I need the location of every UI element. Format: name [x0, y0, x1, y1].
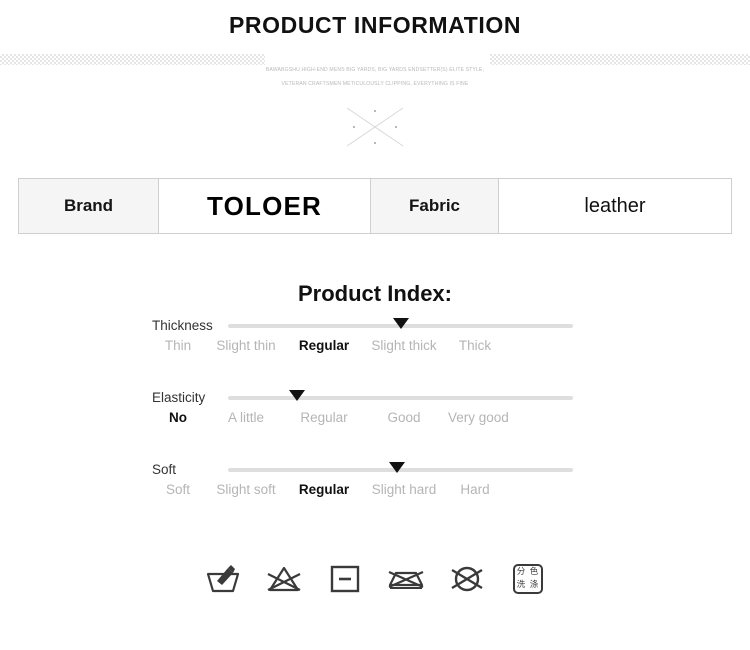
header-section: PRODUCT INFORMATION BAWABGSHU HIGH-END M… [0, 0, 750, 160]
index-option[interactable]: Hard [448, 482, 502, 497]
index-option[interactable]: Very good [448, 410, 509, 425]
index-option-selected[interactable]: No [152, 410, 204, 425]
fabric-label-cell: Fabric [371, 179, 499, 233]
index-option-selected[interactable]: Regular [288, 482, 360, 497]
index-option[interactable]: Good [360, 410, 448, 425]
index-row-label: Elasticity [152, 390, 206, 405]
cn-char-4: 涤 [529, 580, 539, 590]
index-slider-track-wrap[interactable] [228, 318, 573, 334]
index-option[interactable]: Soft [152, 482, 204, 497]
fabric-value-cell: leather [499, 179, 731, 233]
index-option-selected[interactable]: Regular [288, 338, 360, 353]
do-not-bleach-icon [263, 558, 305, 600]
do-not-dry-clean-icon [446, 558, 488, 600]
index-row: Elasticity No A little Regular Good Very good [0, 390, 750, 462]
subtitle-line-1: BAWABGSHU HIGH-END MENS BIG YARDS, BIG Y… [265, 67, 485, 73]
index-slider-track [228, 396, 573, 400]
subtitle-block: BAWABGSHU HIGH-END MENS BIG YARDS, BIG Y… [0, 64, 750, 91]
index-slider-marker[interactable] [289, 390, 305, 401]
specification-table: Brand TOLOER Fabric leather [18, 178, 732, 234]
index-scale: Thin Slight thin Regular Slight thick Thick [152, 338, 582, 353]
index-option[interactable]: A little [204, 410, 288, 425]
care-symbols-row: 分 色 洗 涤 [0, 558, 750, 600]
hand-wash-icon [202, 558, 244, 600]
index-option[interactable]: Regular [288, 410, 360, 425]
product-index-rows: Thickness Thin Slight thin Regular Slight th… [0, 318, 750, 534]
cn-char-1: 分 [516, 567, 526, 577]
cn-char-3: 洗 [516, 580, 526, 590]
index-slider-marker[interactable] [389, 462, 406, 473]
index-option[interactable]: Slight thin [204, 338, 288, 353]
index-option[interactable]: Slight thick [360, 338, 448, 353]
page-title: PRODUCT INFORMATION [228, 12, 522, 38]
index-scale: Soft Slight soft Regular Slight hard Hard [152, 482, 582, 497]
index-row-label: Thickness [152, 318, 213, 333]
index-row: Thickness Thin Slight thin Regular Slight th… [0, 318, 750, 390]
product-index-title: Product Index: [297, 281, 452, 306]
index-option[interactable]: Slight soft [204, 482, 288, 497]
index-option[interactable]: Thin [152, 338, 204, 353]
do-not-iron-icon [385, 558, 427, 600]
index-slider-track-wrap[interactable] [228, 462, 573, 478]
brand-label-cell: Brand [19, 179, 159, 233]
index-scale: No A little Regular Good Very good [152, 410, 582, 425]
brand-value-cell: TOLOER [159, 179, 371, 233]
index-slider-marker[interactable] [392, 318, 409, 329]
cn-char-2: 色 [529, 567, 539, 577]
index-option[interactable]: Thick [448, 338, 502, 353]
wash-separately-char-grid: 分 色 洗 涤 [512, 564, 543, 594]
tumble-dry-low-icon [324, 558, 366, 600]
wash-separately-by-color-icon: 分 色 洗 涤 [507, 558, 549, 600]
index-option[interactable]: Slight hard [360, 482, 448, 497]
x-cross-ornament-icon [341, 104, 409, 150]
index-slider-track-wrap[interactable] [228, 390, 573, 406]
index-row-label: Soft [152, 462, 177, 477]
subtitle-line-2: VETERAN CRAFTSMEN METICULOUSLY CLIPPING,… [281, 80, 469, 87]
index-row: Soft Soft Slight soft Regular Slight hard Har… [0, 462, 750, 534]
